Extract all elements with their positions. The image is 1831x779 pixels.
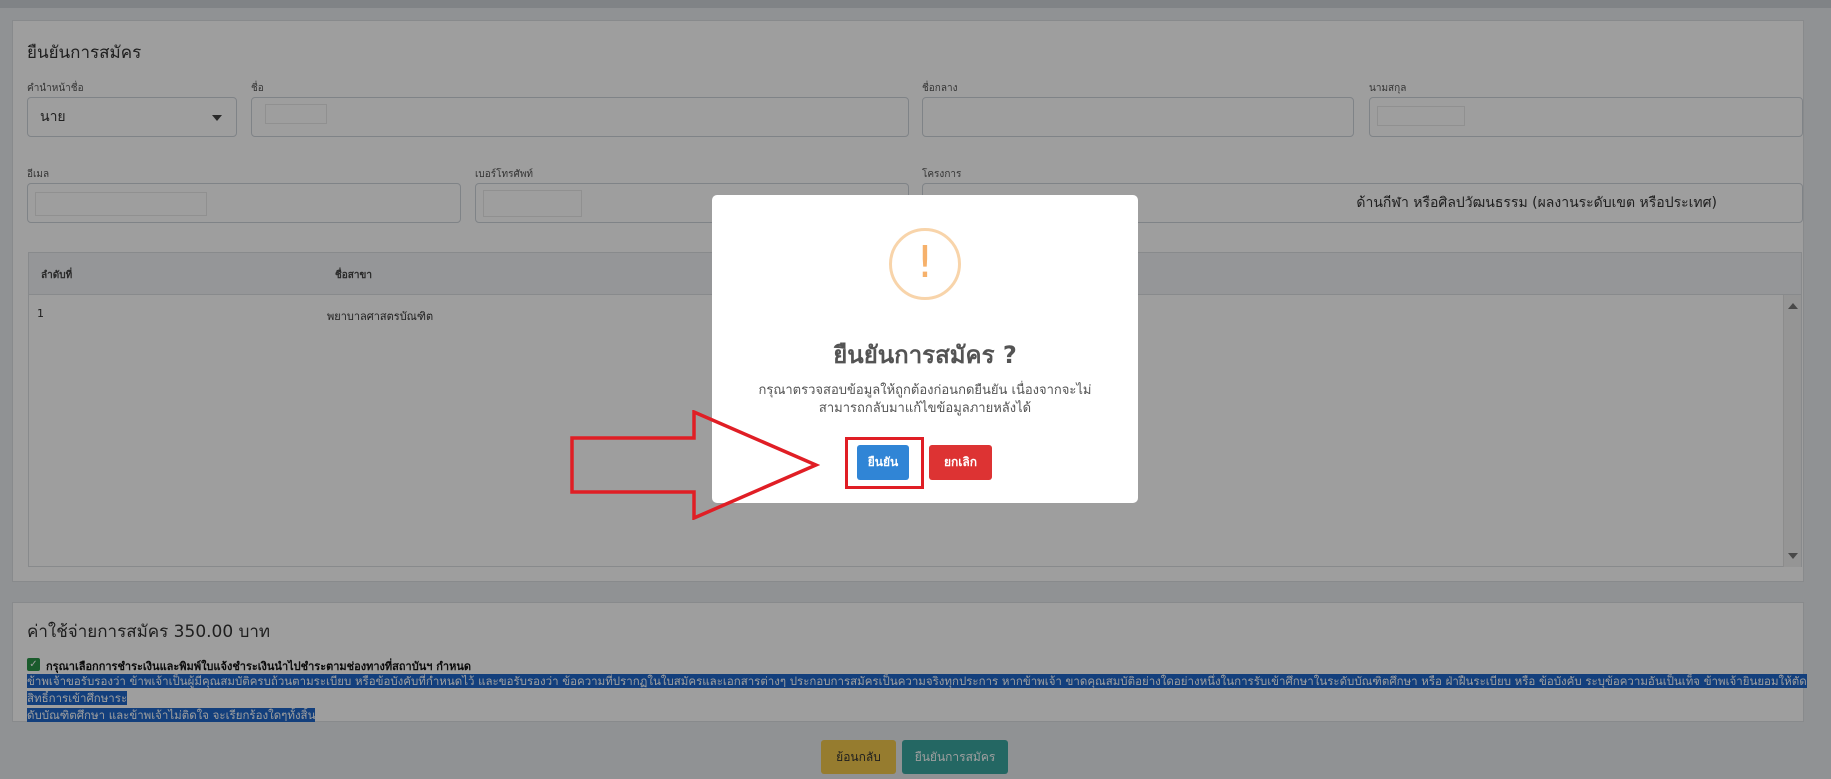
annotation-highlight-box bbox=[845, 437, 924, 489]
dialog-message-line-1: กรุณาตรวจสอบข้อมูลให้ถูกต้องก่อนกดยืนยัน… bbox=[758, 383, 1092, 398]
annotation-arrow-icon bbox=[570, 410, 820, 520]
dialog-title: ยืนยันการสมัคร ? bbox=[833, 341, 1017, 369]
dialog-message-line-2: สามารถกลับมาแก้ไขข้อมูลภายหลังได้ bbox=[818, 401, 1032, 416]
warning-icon: ! bbox=[889, 228, 961, 300]
cancel-button[interactable]: ยกเลิก bbox=[929, 445, 992, 480]
